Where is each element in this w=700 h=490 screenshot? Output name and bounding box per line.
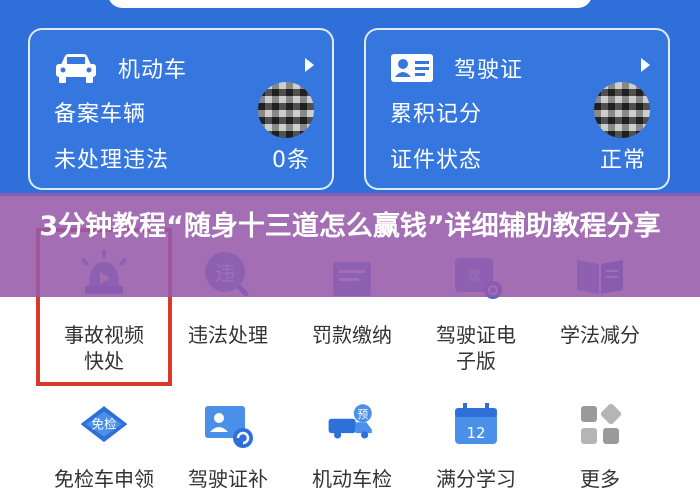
- inspection-exempt-icon: 免检: [77, 398, 131, 452]
- vehicle-inspection-icon: 预: [325, 398, 379, 452]
- service-label: 驾驶证电 子版: [436, 323, 516, 373]
- service-label: 免检车申领: [54, 467, 154, 490]
- car-icon: [52, 50, 100, 86]
- vehicle-card[interactable]: 机动车 备案车辆 未处理违法 0条: [28, 28, 334, 190]
- license-status-value: 正常: [599, 148, 646, 173]
- license-card-icon: [388, 50, 436, 86]
- service-label: 学法减分: [560, 323, 640, 347]
- article-title: 3分钟教程“随身十三道怎么赢钱”详细辅助教程分享: [39, 211, 661, 242]
- accumulated-points-label: 累积记分: [390, 102, 483, 127]
- license-reissue-icon: [201, 398, 255, 452]
- avatar: [258, 82, 314, 138]
- service-label: 机动车检: [312, 467, 392, 490]
- unprocessed-violations-value: 0条: [272, 148, 310, 173]
- license-status-label: 证件状态: [390, 148, 483, 173]
- more-grid-icon: [573, 398, 627, 452]
- license-card[interactable]: 驾驶证 累积记分 证件状态 正常: [364, 28, 670, 190]
- calendar-icon: 12: [449, 398, 503, 452]
- reserve-badge: 预: [357, 408, 368, 421]
- calendar-day: 12: [466, 424, 485, 442]
- service-label: 违法处理: [188, 323, 268, 347]
- avatar: [594, 82, 650, 138]
- service-label: 罚款缴纳: [312, 323, 392, 347]
- inspection-exempt-badge: 免检: [91, 417, 117, 432]
- service-label: 驾驶证补: [188, 467, 268, 490]
- chevron-right-icon: [641, 58, 650, 72]
- unprocessed-violations-label: 未处理违法: [54, 148, 170, 173]
- chevron-right-icon: [305, 58, 314, 72]
- search-bar[interactable]: [108, 0, 592, 8]
- registered-vehicles-label: 备案车辆: [54, 102, 147, 127]
- service-label: 更多: [580, 467, 620, 490]
- service-label: 满分学习: [436, 467, 516, 490]
- license-card-title: 驾驶证: [454, 58, 524, 83]
- vehicle-card-title: 机动车: [118, 58, 188, 83]
